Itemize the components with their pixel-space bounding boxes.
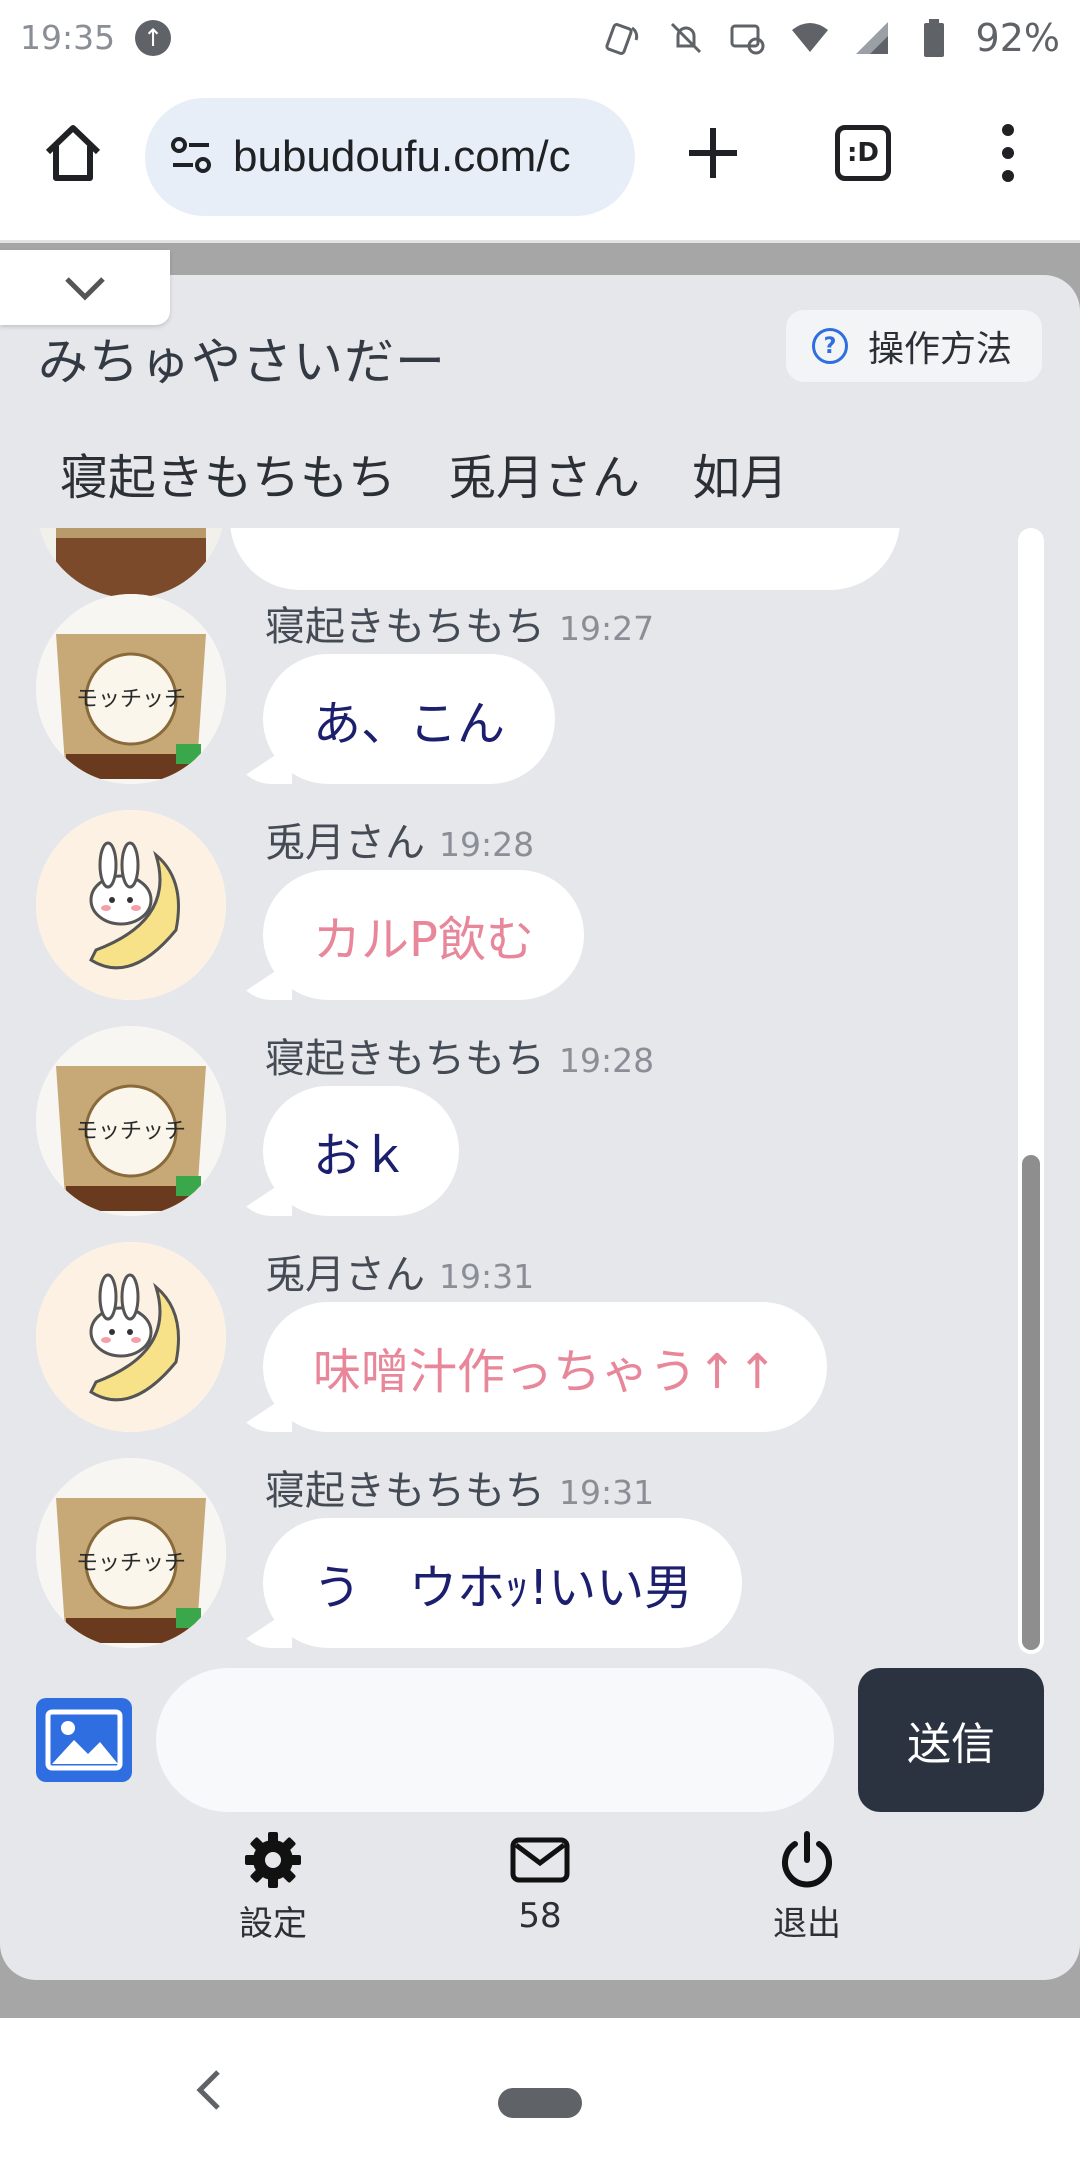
message-meta: 兎月さん 19:31 <box>265 1242 534 1300</box>
battery-icon <box>914 18 954 58</box>
collapse-button[interactable] <box>0 250 170 325</box>
wifi-icon <box>790 18 830 58</box>
help-label: 操作方法 <box>868 329 1013 370</box>
system-navigation-bar <box>0 2018 1080 2160</box>
mail-icon <box>510 1830 570 1890</box>
chat-message: 兎月さん 19:31 味噌汁作っちゃう↑↑ <box>0 1242 1080 1442</box>
battery-percent: 92% <box>975 15 1060 60</box>
message-time: 19:28 <box>559 1041 655 1080</box>
chat-message: モッチッチ 寝起きもちもち 19:27 あ、こん <box>0 594 1080 794</box>
chevron-down-icon <box>65 276 105 301</box>
home-pill[interactable] <box>498 2088 582 2118</box>
question-icon: ? <box>812 328 848 364</box>
message-bubble: う ウホｯ!いい男 <box>263 1518 743 1648</box>
upload-arrow-icon: ↑ <box>135 19 172 56</box>
message-meta: 寝起きもちもち 19:28 <box>265 1026 654 1084</box>
overflow-menu-icon[interactable] <box>1000 120 1016 186</box>
message-meta: 寝起きもちもち 19:27 <box>265 594 654 652</box>
message-bubble: 味噌汁作っちゃう↑↑ <box>263 1302 828 1432</box>
cast-off-icon <box>728 18 768 58</box>
message-time: 19:27 <box>559 609 655 648</box>
tabs-icon[interactable]: :D <box>835 125 891 181</box>
nfc-icon <box>604 18 644 58</box>
member-name[interactable]: 如月 <box>692 438 788 508</box>
logout-label: 退出 <box>773 1904 841 1944</box>
signal-icon <box>852 18 892 58</box>
svg-text:モッチッチ: モッチッチ <box>76 687 186 712</box>
message-time: 19:31 <box>559 1473 655 1512</box>
power-icon <box>777 1830 837 1890</box>
status-time: 19:35 <box>20 18 116 57</box>
previous-message-bubble <box>230 528 900 590</box>
footer-nav: 設定 58 退出 <box>0 1830 1080 1950</box>
home-icon[interactable] <box>40 120 106 186</box>
chat-message: モッチッチ 寝起きもちもち 19:31 う ウホｯ!いい男 <box>0 1458 1080 1654</box>
url-text: bubudoufu.com/c <box>233 132 571 181</box>
member-name[interactable]: 寝起きもちもち <box>60 438 396 508</box>
mail-count: 58 <box>518 1896 562 1936</box>
cup-noodle-avatar <box>36 528 226 598</box>
gear-icon <box>243 1830 303 1890</box>
mail-button[interactable]: 58 <box>470 1830 610 1936</box>
browser-toolbar: bubudoufu.com/c :D <box>0 90 1080 225</box>
new-tab-plus-icon[interactable] <box>685 120 741 186</box>
status-bar: 19:35 ↑ 92% <box>0 0 1080 75</box>
site-settings-icon[interactable] <box>169 135 213 179</box>
notifications-off-icon <box>666 18 706 58</box>
logout-button[interactable]: 退出 <box>737 1830 877 1945</box>
cup-noodle-avatar[interactable]: モッチッチ <box>36 1458 226 1648</box>
member-name[interactable]: 兎月さん <box>448 438 640 508</box>
cup-noodle-avatar[interactable]: モッチッチ <box>36 594 226 784</box>
chat-message: モッチッチ 寝起きもちもち 19:28 おｋ <box>0 1026 1080 1226</box>
svg-text:モッチッチ: モッチッチ <box>76 1119 186 1144</box>
message-time: 19:31 <box>439 1257 535 1296</box>
settings-button[interactable]: 設定 <box>203 1830 343 1945</box>
message-bubble: カルP飲む <box>263 870 584 1000</box>
settings-label: 設定 <box>239 1904 307 1944</box>
bunny-moon-avatar[interactable] <box>36 1242 226 1432</box>
sender-name: 寝起きもちもち <box>265 1468 545 1514</box>
message-bubble: おｋ <box>263 1086 460 1216</box>
sender-name: 兎月さん <box>265 820 425 866</box>
chat-message: 兎月さん 19:28 カルP飲む <box>0 810 1080 1010</box>
message-meta: 兎月さん 19:28 <box>265 810 534 868</box>
url-bar[interactable]: bubudoufu.com/c <box>145 98 635 216</box>
svg-text:モッチッチ: モッチッチ <box>76 1551 186 1576</box>
send-label: 送信 <box>907 1719 995 1770</box>
bunny-moon-avatar[interactable] <box>36 810 226 1000</box>
image-upload-icon[interactable] <box>36 1698 132 1782</box>
message-time: 19:28 <box>439 825 535 864</box>
back-chevron-icon[interactable] <box>190 2066 230 2114</box>
help-button[interactable]: ? 操作方法 <box>786 310 1042 382</box>
room-title: みちゅやさいだー <box>38 333 446 391</box>
member-list: 寝起きもちもち 兎月さん 如月 <box>60 438 788 508</box>
sender-name: 寝起きもちもち <box>265 604 545 650</box>
message-input[interactable] <box>156 1668 834 1812</box>
chat-scrollbar-thumb[interactable] <box>1022 1155 1040 1650</box>
send-button[interactable]: 送信 <box>858 1668 1044 1812</box>
message-meta: 寝起きもちもち 19:31 <box>265 1458 654 1516</box>
message-bubble: あ、こん <box>263 654 556 784</box>
tabs-label: :D <box>847 138 879 168</box>
cup-noodle-avatar[interactable]: モッチッチ <box>36 1026 226 1216</box>
message-list[interactable]: モッチッチ 寝起きもちもち 19:27 あ、こん 兎月さん 19:28 カルP飲… <box>0 528 1080 1654</box>
sender-name: 寝起きもちもち <box>265 1036 545 1082</box>
sender-name: 兎月さん <box>265 1252 425 1298</box>
